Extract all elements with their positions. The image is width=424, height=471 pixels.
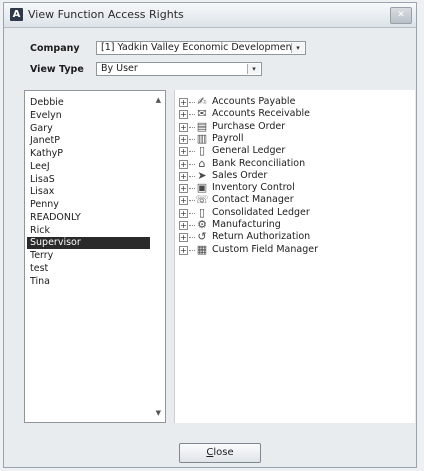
user-list-item[interactable]: Tina xyxy=(27,276,150,288)
user-list-item[interactable]: Lisax xyxy=(27,186,150,198)
expand-icon[interactable]: + xyxy=(179,184,188,194)
inventory-icon: ▣ xyxy=(196,181,208,195)
user-list-item[interactable]: Gary xyxy=(27,123,150,135)
tree-node-label: Accounts Receivable xyxy=(212,108,311,120)
expand-icon[interactable]: + xyxy=(179,122,188,132)
user-list-item[interactable]: Terry xyxy=(27,250,150,262)
expand-icon[interactable]: + xyxy=(179,221,188,230)
expand-icon[interactable]: + xyxy=(179,159,188,169)
function-access-window: A View Function Access Rights ✕ Company … xyxy=(3,2,417,468)
user-list-item[interactable]: test xyxy=(27,263,150,275)
user-list-item[interactable]: Rick xyxy=(27,225,150,237)
sales-order-icon: ➤ xyxy=(197,168,207,182)
expand-icon[interactable]: + xyxy=(179,196,188,206)
view-type-select-value: By User xyxy=(101,63,138,74)
tree-node-label: Bank Reconciliation xyxy=(212,157,306,169)
expand-icon[interactable]: + xyxy=(179,233,188,243)
custom-field-icon: ▦ xyxy=(196,242,208,256)
user-list-item[interactable]: Evelyn xyxy=(27,110,150,122)
user-list-item[interactable]: Debbie xyxy=(27,97,150,109)
expand-icon[interactable]: + xyxy=(179,98,188,107)
tree-node-label: Custom Field Manager xyxy=(212,243,319,255)
tree-node-label: Return Authorization xyxy=(212,231,311,243)
tree-node-label: Consolidated Ledger xyxy=(212,206,310,218)
contact-manager-icon: ☏ xyxy=(195,193,209,207)
accounts-receivable-icon: ✉ xyxy=(197,107,207,121)
tree-node-label: Manufacturing xyxy=(212,219,281,230)
payroll-icon: ▥ xyxy=(196,131,208,145)
return-authorization-icon: ↺ xyxy=(197,230,207,244)
expand-icon[interactable]: + xyxy=(179,134,188,144)
expand-icon[interactable]: + xyxy=(179,110,188,120)
general-ledger-icon: ▯ xyxy=(198,144,206,158)
bank-icon: ⌂ xyxy=(198,156,206,170)
function-tree: + ✍ Accounts Payable + ✉ Accounts Receivable +… xyxy=(174,90,415,423)
expand-icon[interactable]: + xyxy=(179,147,188,157)
tree-node-label: Inventory Control xyxy=(212,182,295,194)
window-title: View Function Access Rights xyxy=(28,8,184,21)
company-label: Company xyxy=(30,43,80,54)
user-list-item[interactable]: Penny xyxy=(27,199,150,211)
chevron-down-icon[interactable]: ▾ xyxy=(247,64,260,74)
accounts-payable-icon: ✍ xyxy=(197,95,207,108)
user-list-item[interactable]: LisaS xyxy=(27,174,150,186)
expand-icon[interactable]: + xyxy=(179,245,188,255)
scroll-down-icon[interactable]: ▼ xyxy=(156,409,161,417)
view-type-label: View Type xyxy=(30,64,84,75)
tree-node-label: Purchase Order xyxy=(212,120,286,132)
expand-icon[interactable]: + xyxy=(179,208,188,218)
app-logo-icon: A xyxy=(10,8,23,21)
user-list-item[interactable]: KathyP xyxy=(27,148,150,160)
tree-node-label: Contact Manager xyxy=(212,194,294,206)
tree-node-label: General Ledger xyxy=(212,145,286,157)
expand-icon[interactable]: + xyxy=(179,171,188,181)
tree-node-label: Payroll xyxy=(212,132,244,144)
manufacturing-icon: ⚙ xyxy=(197,218,207,231)
close-button-label: lose xyxy=(213,447,234,458)
user-list-item[interactable]: Supervisor xyxy=(27,237,150,250)
purchase-order-icon: ▤ xyxy=(196,119,208,133)
user-list[interactable]: ▲ ▼ Debbie Evelyn Gary JanetP KathyP LeeJ Lisa… xyxy=(24,90,166,423)
consolidated-ledger-icon: ▯ xyxy=(198,205,206,219)
company-select-value: [1] Yadkin Valley Economic Development xyxy=(101,42,296,53)
view-type-select[interactable]: By User ▾ xyxy=(96,62,262,76)
close-button[interactable]: Close xyxy=(179,443,261,463)
user-list-item[interactable]: LeeJ xyxy=(27,161,150,173)
tree-node-label: Accounts Payable xyxy=(212,96,296,107)
chevron-down-icon[interactable]: ▾ xyxy=(291,43,304,53)
window-close-button[interactable]: ✕ xyxy=(390,7,412,24)
tree-node-label: Sales Order xyxy=(212,169,268,181)
company-select[interactable]: [1] Yadkin Valley Economic Development ▾ xyxy=(96,41,306,55)
scroll-up-icon[interactable]: ▲ xyxy=(156,96,161,104)
title-bar: A View Function Access Rights ✕ xyxy=(4,3,416,28)
user-list-item[interactable]: JanetP xyxy=(27,135,150,147)
user-list-item[interactable]: READONLY xyxy=(27,212,150,224)
